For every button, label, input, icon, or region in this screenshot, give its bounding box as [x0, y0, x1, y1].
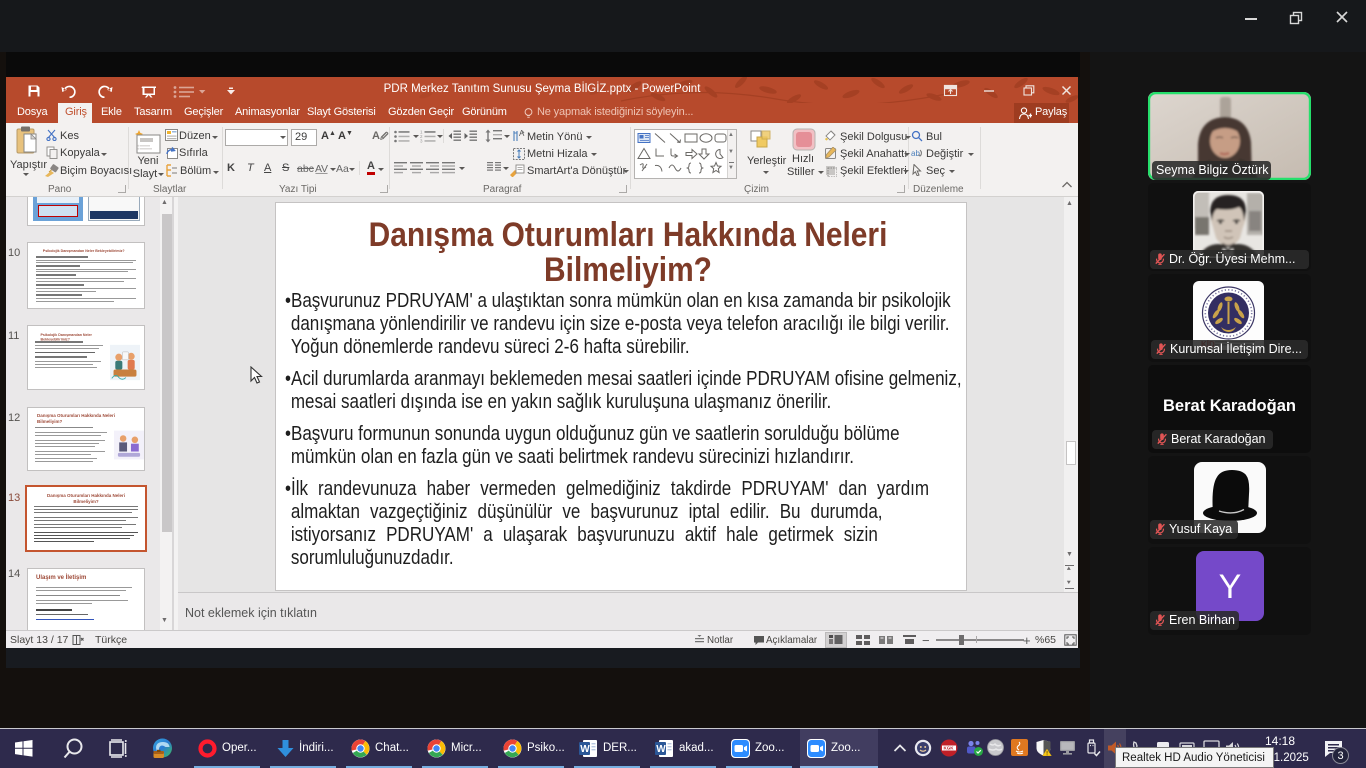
svg-text:3: 3 — [420, 139, 423, 144]
svg-text:W: W — [656, 744, 666, 755]
svg-text:W: W — [580, 744, 590, 755]
svg-text:ab: ab — [911, 149, 920, 158]
svg-text:KGK: KGK — [944, 746, 955, 751]
svg-text:A: A — [519, 129, 525, 138]
